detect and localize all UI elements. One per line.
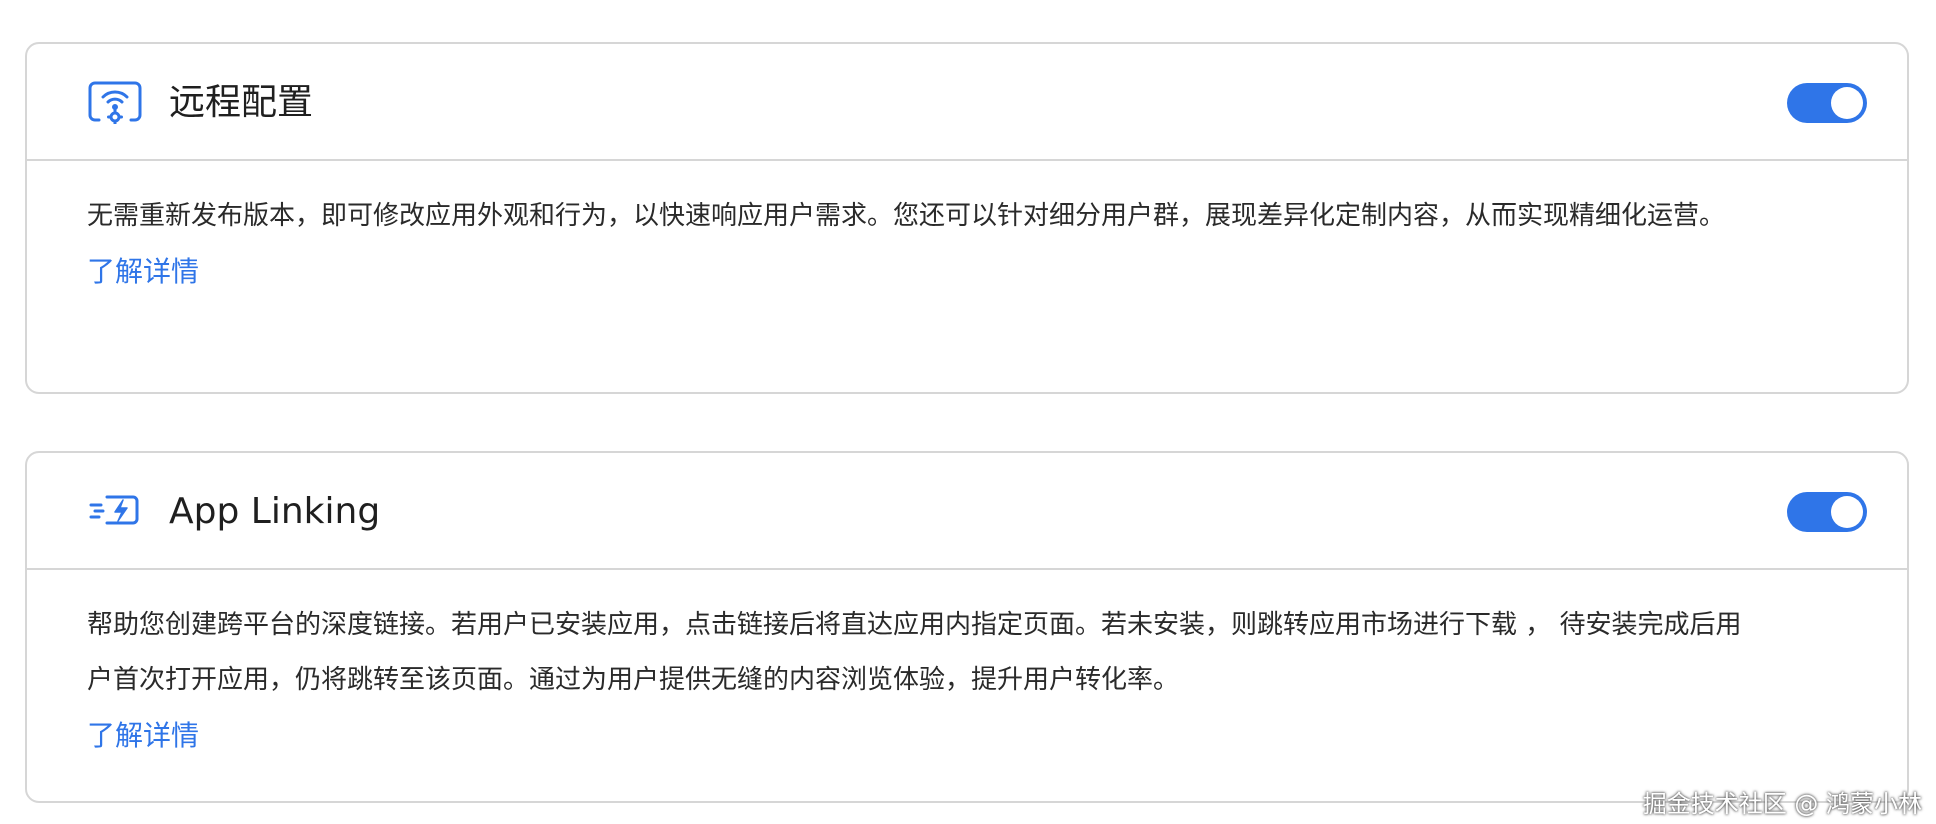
watermark: 掘金技术社区 @ 鸿蒙小林 [1642, 790, 1922, 818]
toggle-knob [1831, 496, 1863, 528]
learn-more-link[interactable]: 了解详情 [87, 716, 199, 756]
app-linking-icon [87, 489, 143, 533]
app-linking-toggle[interactable] [1787, 492, 1867, 532]
card-header: 远程配置 [27, 44, 1907, 161]
learn-more-link[interactable]: 了解详情 [87, 252, 199, 292]
card-title: App Linking [169, 491, 381, 532]
card-description: 无需重新发布版本，即可修改应用外观和行为，以快速响应用户需求。您还可以针对细分用… [87, 201, 1726, 231]
card-description: 帮助您创建跨平台的深度链接。若用户已安装应用，点击链接后将直达应用内指定页面。若… [87, 610, 1742, 695]
remote-config-icon [87, 80, 143, 124]
toggle-knob [1831, 87, 1863, 119]
app-linking-card: App Linking 帮助您创建跨平台的深度链接。若用户已安装应用，点击链接后… [25, 451, 1909, 803]
card-body: 无需重新发布版本，即可修改应用外观和行为，以快速响应用户需求。您还可以针对细分用… [27, 161, 1907, 292]
remote-config-card: 远程配置 无需重新发布版本，即可修改应用外观和行为，以快速响应用户需求。您还可以… [25, 42, 1909, 394]
remote-config-toggle[interactable] [1787, 83, 1867, 123]
card-title: 远程配置 [169, 82, 314, 123]
card-body: 帮助您创建跨平台的深度链接。若用户已安装应用，点击链接后将直达应用内指定页面。若… [27, 570, 1907, 756]
card-header: App Linking [27, 453, 1907, 570]
